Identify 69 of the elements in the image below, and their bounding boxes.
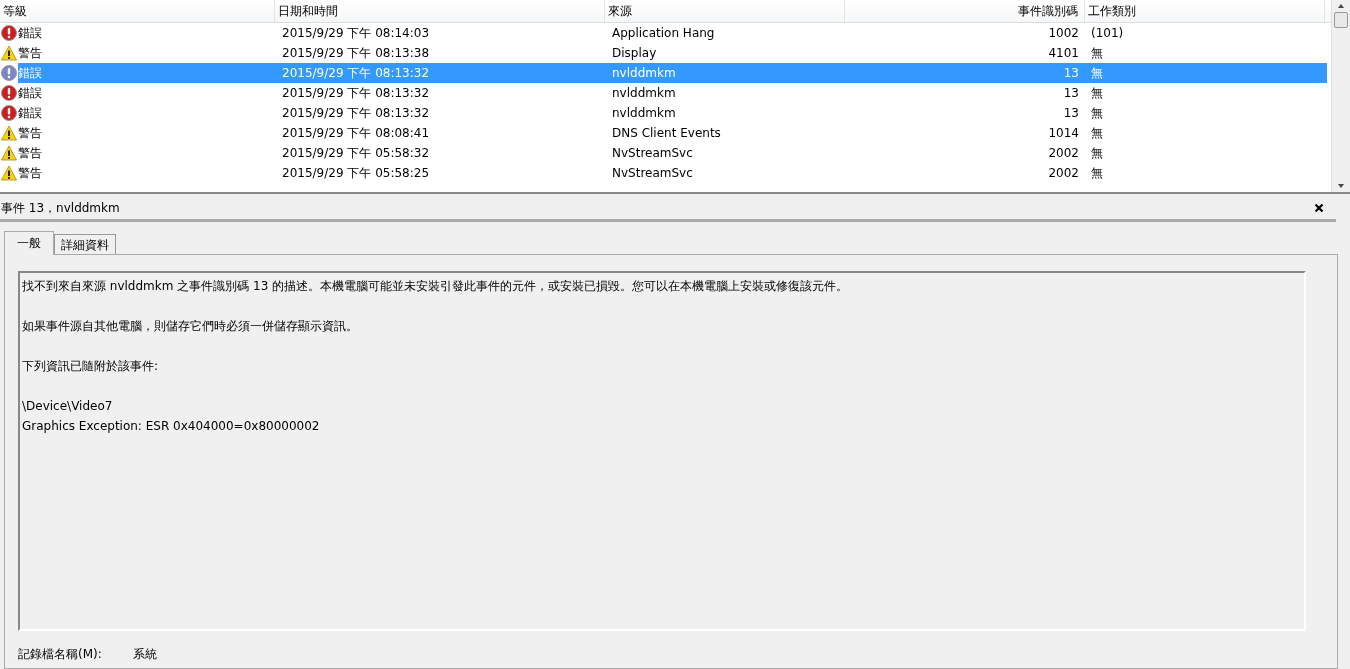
column-header[interactable]: 日期和時間 <box>275 0 605 22</box>
description-text: Graphics Exception: ESR 0x404000=0x80000002 <box>22 418 321 435</box>
table-cell-text: (101) <box>1090 26 1125 40</box>
table-cell-text: 2015/9/29 下午 08:14:03 <box>281 24 431 42</box>
close-icon[interactable] <box>1314 203 1324 213</box>
table-cell-text: DNS Client Events <box>611 126 722 140</box>
table-cell-text: 2015/9/29 下午 08:08:41 <box>281 124 431 142</box>
table-cell-text: nvlddmkm <box>611 106 677 120</box>
table-cell-text: 2015/9/29 下午 08:13:38 <box>281 44 431 62</box>
table-cell-text: 2002 <box>1047 146 1080 160</box>
table-cell-text: 無 <box>1090 124 1104 142</box>
scroll-thumb[interactable] <box>1334 12 1348 28</box>
table-cell-text: 2015/9/29 下午 08:13:32 <box>281 64 431 82</box>
table-cell-text: nvlddmkm <box>611 86 677 100</box>
table-cell-text: Application Hang <box>611 26 716 40</box>
warning-icon <box>1 165 17 181</box>
table-cell-text: 警告 <box>18 164 43 182</box>
table-row[interactable]: 警告 2015/9/29 下午 05:58:25 NvStreamSvc 2002 無 <box>18 163 1327 183</box>
table-cell-text: 2015/9/29 下午 08:13:32 <box>281 104 431 122</box>
table-cell-text: 錯誤 <box>18 24 43 42</box>
description-text: 如果事件源自其他電腦，則儲存它們時必須一併儲存顯示資訊。 <box>22 318 359 335</box>
table-cell-text: 無 <box>1090 104 1104 122</box>
table-cell-text: 無 <box>1090 144 1104 162</box>
table-cell-text: 2015/9/29 下午 05:58:32 <box>281 144 431 162</box>
table-cell-text: 無 <box>1090 64 1104 82</box>
table-cell-text: 2002 <box>1047 166 1080 180</box>
tab[interactable]: 詳細資料 <box>54 234 116 254</box>
description-text: 下列資訊已隨附於該事件: <box>22 358 160 375</box>
table-cell-text: 2015/9/29 下午 05:58:25 <box>281 164 431 182</box>
warning-icon <box>1 45 17 61</box>
table-cell-text: 錯誤 <box>18 84 43 102</box>
table-row[interactable]: 警告 2015/9/29 下午 08:13:38 Display 4101 無 <box>18 43 1327 63</box>
scrollbar[interactable] <box>1331 0 1350 192</box>
table-row[interactable]: 警告 2015/9/29 下午 08:08:41 DNS Client Events 1014 無 <box>18 123 1327 143</box>
table-cell-text: 錯誤 <box>18 64 43 82</box>
table-cell-text: 警告 <box>18 144 43 162</box>
table-cell-text: 13 <box>1062 86 1080 100</box>
description-text: \Device\Video7 <box>22 398 114 415</box>
table-cell-text: 無 <box>1090 164 1104 182</box>
log-name-value: 系統 <box>133 646 157 663</box>
event-title: 事件 13，nvlddmkm <box>1 199 120 217</box>
table-row[interactable]: 錯誤 2015/9/29 下午 08:14:03 Application Hang 1002 (101) <box>18 23 1327 43</box>
column-header[interactable]: 事件識別碼 <box>845 0 1085 22</box>
table-cell-text: 4101 <box>1047 46 1080 60</box>
table-cell-text: 2015/9/29 下午 08:13:32 <box>281 84 431 102</box>
table-cell-text: nvlddmkm <box>611 66 677 80</box>
warning-icon <box>1 125 17 141</box>
table-cell-text: 1002 <box>1047 26 1080 40</box>
table-cell-text: 錯誤 <box>18 104 43 122</box>
table-cell-text: Display <box>611 46 658 60</box>
table-cell-text: 13 <box>1062 66 1080 80</box>
table-row[interactable]: 錯誤 2015/9/29 下午 08:13:32 nvlddmkm 13 無 <box>18 83 1327 103</box>
table-cell-text: NvStreamSvc <box>611 166 694 180</box>
description-text: 找不到來自來源 nvlddmkm 之事件識別碼 13 的描述。本機電腦可能並未安裝引發此事件的元件，或安裝已損毀。您可以在本機電腦上安裝或修復該元件。 <box>22 278 850 295</box>
table-cell-text: 1014 <box>1047 126 1080 140</box>
table-cell-text: 警告 <box>18 124 43 142</box>
table-cell-text: 無 <box>1090 84 1104 102</box>
column-header[interactable]: 工作類別 <box>1085 0 1325 22</box>
log-name-label: 記錄檔名稱(M): <box>18 646 103 663</box>
table-cell-text: 無 <box>1090 44 1104 62</box>
column-header[interactable]: 等級 <box>0 0 275 22</box>
table-cell-text: NvStreamSvc <box>611 146 694 160</box>
warning-icon <box>1 145 17 161</box>
tab[interactable]: 一般 <box>4 231 54 255</box>
table-row[interactable]: 錯誤 2015/9/29 下午 08:13:32 nvlddmkm 13 無 <box>18 103 1327 123</box>
table-cell-text: 13 <box>1062 106 1080 120</box>
column-header[interactable]: 來源 <box>605 0 845 22</box>
table-row[interactable]: 警告 2015/9/29 下午 05:58:32 NvStreamSvc 2002 無 <box>18 143 1327 163</box>
table-cell-text: 警告 <box>18 44 43 62</box>
